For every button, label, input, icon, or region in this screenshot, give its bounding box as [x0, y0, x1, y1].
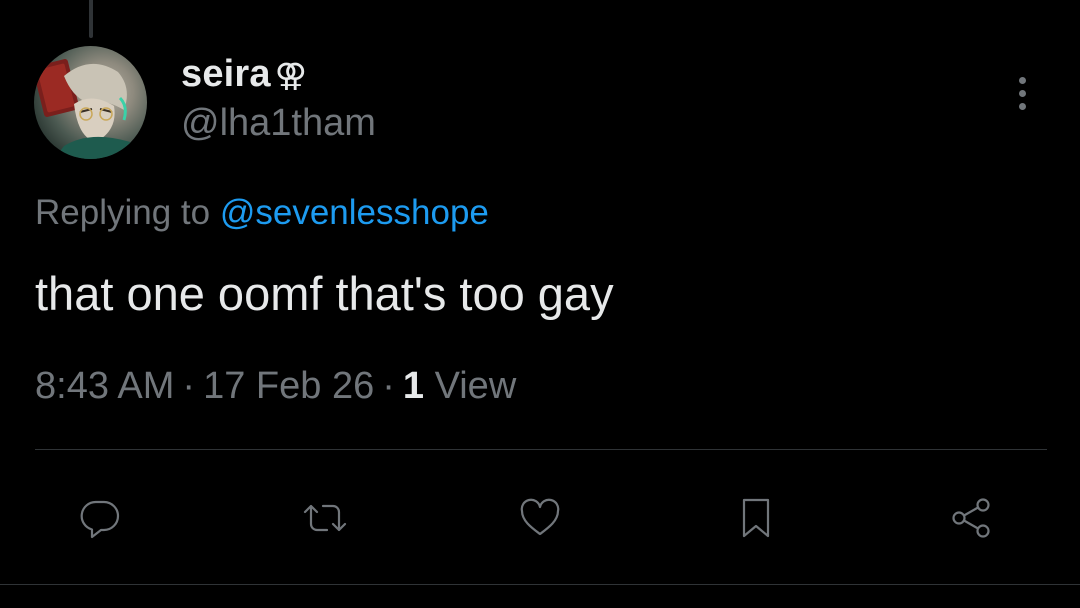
more-dot-icon [1018, 102, 1026, 110]
divider [35, 449, 1047, 450]
bookmark-icon [742, 498, 770, 538]
retweet-button[interactable] [297, 490, 353, 546]
reply-icon [80, 500, 120, 539]
thread-connector-line [89, 0, 93, 38]
more-dot-icon [1018, 89, 1026, 97]
more-options-button[interactable] [1002, 68, 1042, 118]
like-button[interactable] [512, 490, 568, 546]
share-icon [952, 498, 990, 538]
retweet-icon [303, 504, 347, 532]
tweet-time[interactable]: 8:43 AM [35, 365, 174, 407]
bookmark-button[interactable] [728, 490, 784, 546]
reply-button[interactable] [72, 490, 128, 546]
tweet-date[interactable]: 17 Feb 26 [203, 365, 374, 407]
display-name-text: seira [181, 53, 271, 95]
share-button[interactable] [943, 490, 999, 546]
avatar[interactable] [34, 46, 147, 159]
display-name[interactable]: seira ⚢ [181, 53, 307, 96]
replying-to: Replying to @sevenlesshope [35, 193, 489, 233]
reply-mention-link[interactable]: @sevenlesshope [220, 193, 489, 232]
name-emoji: ⚢ [274, 57, 308, 93]
user-handle[interactable]: @lha1tham [181, 102, 376, 145]
views-label[interactable]: View [435, 365, 517, 407]
avatar-image [34, 59, 147, 159]
more-dot-icon [1018, 76, 1026, 84]
tweet-text: that one oomf that's too gay [35, 267, 614, 320]
meta-separator: · [182, 365, 196, 407]
meta-separator: · [382, 365, 395, 407]
views-count[interactable]: 1 [403, 365, 424, 407]
like-icon [520, 498, 560, 536]
bottom-divider [0, 584, 1080, 585]
replying-to-label: Replying to [35, 193, 211, 232]
tweet-meta: 8:43 AM · 17 Feb 26 · 1 View [35, 365, 516, 408]
